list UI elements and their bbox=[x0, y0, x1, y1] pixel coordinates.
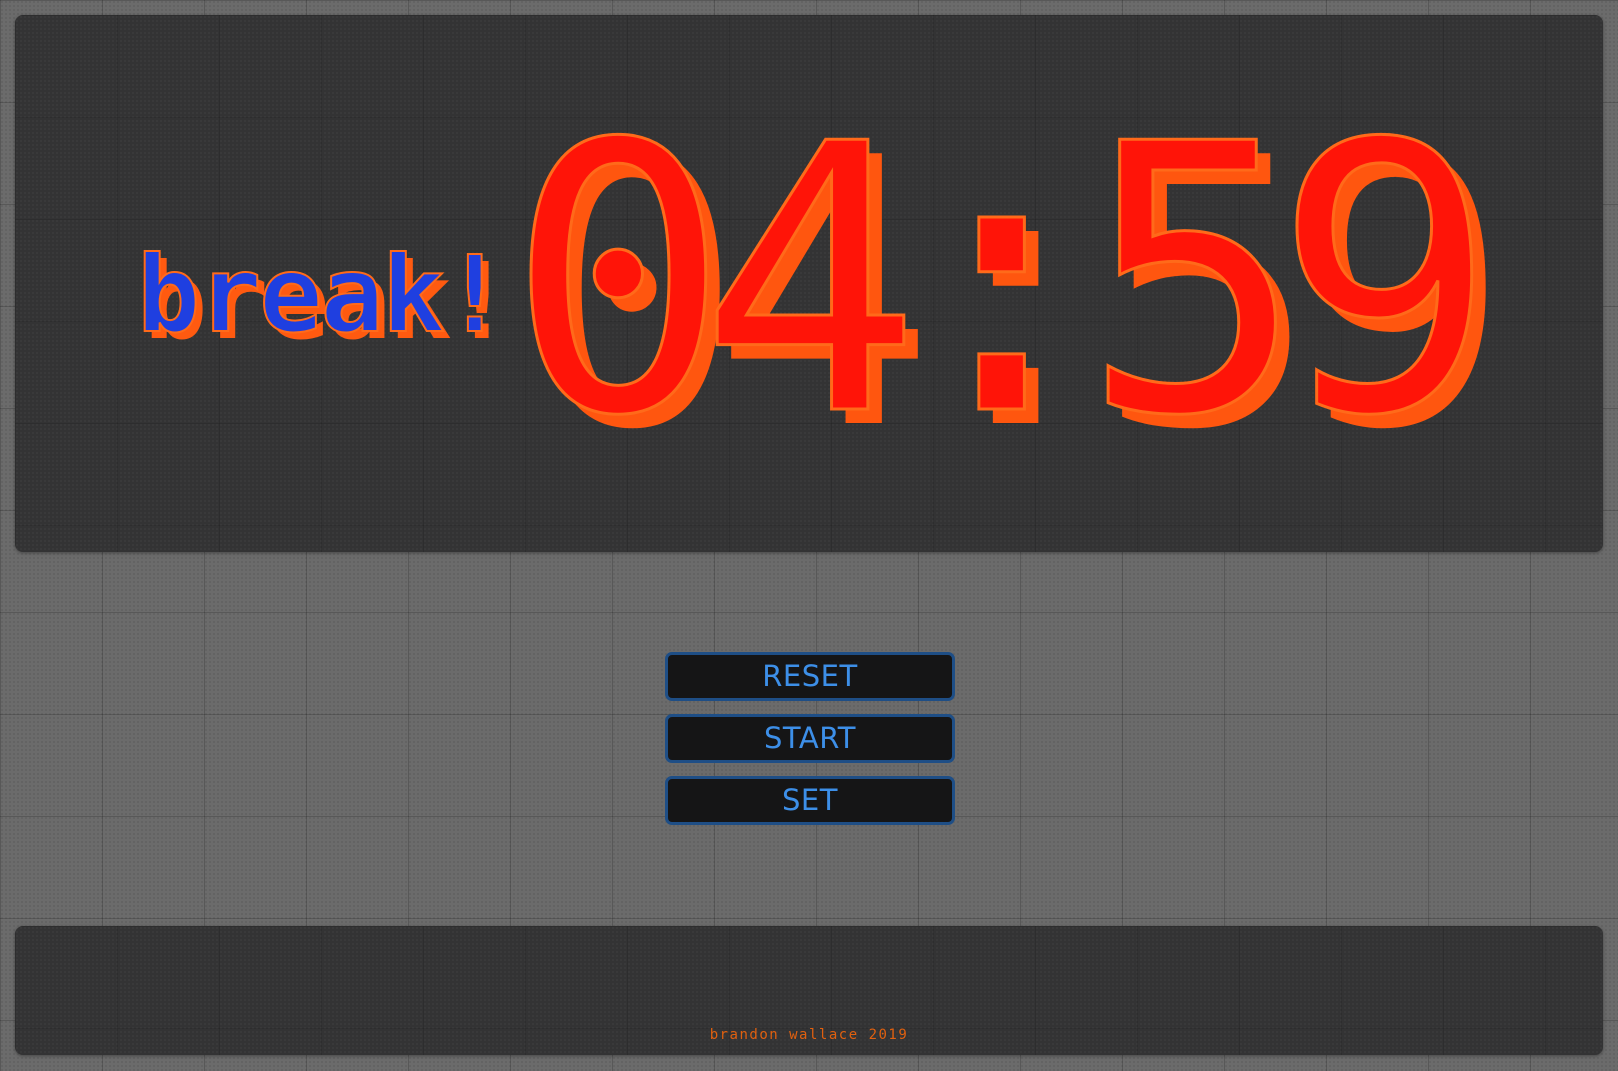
footer-panel: brandon wallace 2019 bbox=[15, 926, 1603, 1055]
time-display: 04:59 bbox=[506, 67, 1499, 497]
timer-mode-label: break! bbox=[136, 234, 507, 356]
clock-panel: break! 04:59 bbox=[15, 15, 1603, 552]
control-buttons: RESET START SET bbox=[665, 652, 955, 825]
reset-button[interactable]: RESET bbox=[665, 652, 955, 701]
footer-credit: brandon wallace 2019 bbox=[709, 1027, 909, 1043]
start-button[interactable]: START bbox=[665, 714, 955, 763]
set-button[interactable]: SET bbox=[665, 776, 955, 825]
